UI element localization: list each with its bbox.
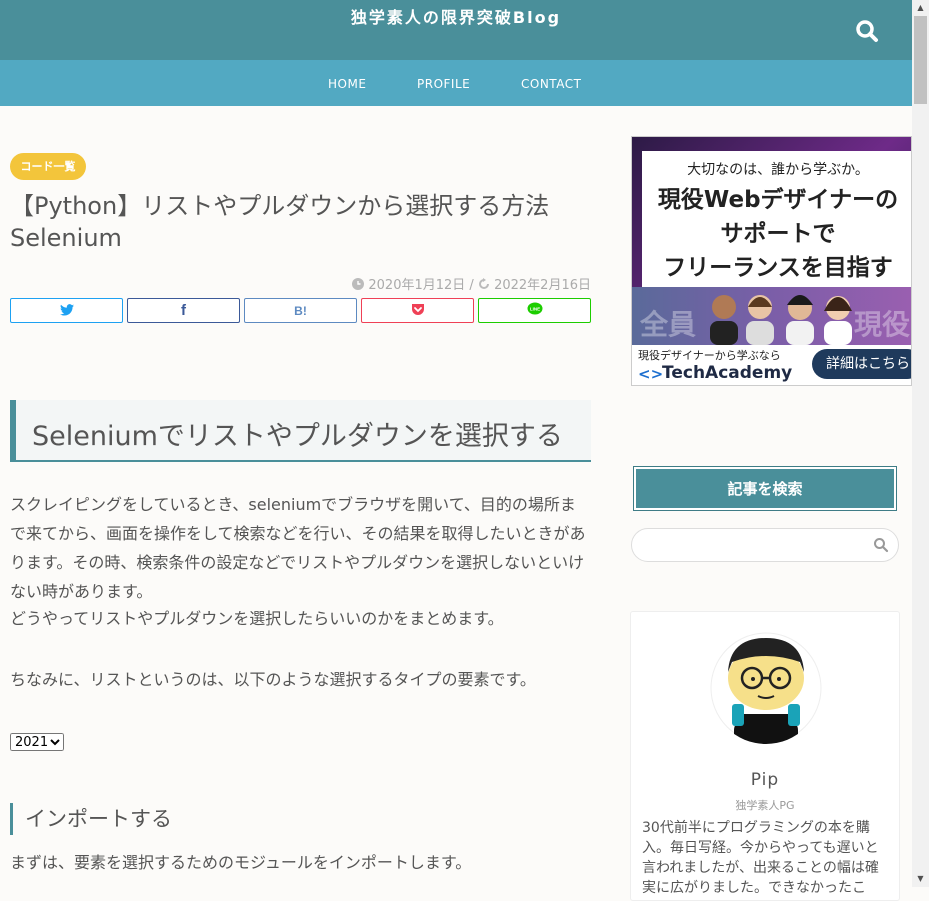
- year-select[interactable]: 2021: [10, 733, 64, 751]
- nav-home[interactable]: HOME: [328, 77, 366, 91]
- h2-text: Seleniumでリストやプルダウンを選択する: [32, 421, 563, 452]
- pocket-icon: [411, 301, 425, 320]
- search-widget-title: 記事を検索: [633, 466, 897, 511]
- ad-person-3: [786, 295, 814, 345]
- clock-icon: [352, 278, 368, 293]
- hatena-icon: B!: [294, 303, 307, 318]
- ad-subtext: 現役デザイナーから学ぶなら: [638, 349, 781, 362]
- ad-person-2: [746, 295, 774, 345]
- site-title[interactable]: 独学素人の限界突破Blog: [0, 4, 912, 28]
- ad-bg-text-right: 現役: [854, 308, 911, 341]
- ad-person-4: [824, 296, 852, 345]
- profile-role: 独学素人PG: [735, 799, 795, 812]
- import-paragraph: まずは、要素を選択するためのモジュールをインポートします。: [10, 853, 472, 872]
- profile-name: Pip: [750, 770, 780, 790]
- profile-bio: 30代前半にプログラミングの本を購入。毎日写経。今からやっても遅いと言われました…: [642, 820, 879, 896]
- line-icon-text: LINE: [529, 307, 539, 312]
- list-note-paragraph: ちなみに、リストというのは、以下のような選択するタイプの要素です。: [10, 670, 536, 689]
- ad-brand-name: TechAcademy: [662, 363, 793, 383]
- scrollbar-thumb[interactable]: [914, 16, 927, 104]
- share-pocket-button[interactable]: [361, 298, 474, 323]
- search-icon[interactable]: [852, 16, 882, 46]
- sidebar-search-icon[interactable]: [873, 537, 889, 553]
- post-title: 【Python】リストやプルダウンから選択する方法Selenium: [10, 192, 550, 252]
- share-facebook-button[interactable]: f: [127, 298, 240, 323]
- updated-date: 2022年2月16日: [494, 278, 591, 293]
- post-dates: 2020年1月12日 / 2022年2月16日: [352, 274, 591, 293]
- facebook-icon: f: [181, 302, 186, 319]
- techacademy-logo-icon: <>: [638, 365, 664, 383]
- share-hatena-button[interactable]: B!: [244, 298, 357, 323]
- ad-cta-button[interactable]: 詳細はこちら: [812, 349, 911, 379]
- refresh-icon: [478, 278, 494, 293]
- scroll-down-arrow[interactable]: ▼: [912, 871, 929, 887]
- scroll-up-arrow[interactable]: ▲: [912, 0, 929, 16]
- nav-contact[interactable]: CONTACT: [521, 77, 581, 91]
- share-twitter-button[interactable]: [10, 298, 123, 323]
- date-separator: /: [469, 278, 474, 293]
- site-header: 独学素人の限界突破Blog: [0, 0, 912, 60]
- published-date: 2020年1月12日: [368, 278, 466, 293]
- section-heading-h2: Seleniumでリストやプルダウンを選択する: [10, 400, 591, 462]
- intro-paragraph-2: どうやってリストやプルダウンを選択したらいいのかをまとめます。: [10, 609, 504, 628]
- profile-widget: Pip 独学素人PG 30代前半にプログラミングの本を購入。毎日写経。今からやっ…: [630, 611, 900, 901]
- line-icon: LINE: [527, 301, 543, 320]
- category-badge[interactable]: コード一覧: [10, 153, 86, 180]
- ad-card: 大切なのは、誰から学ぶか。 現役Webデザイナーの サポートで フリーランスを目…: [642, 151, 911, 289]
- share-line-button[interactable]: LINE: [478, 298, 591, 323]
- ad-footer: 現役デザイナーから学ぶなら <> TechAcademy 詳細はこちら: [632, 345, 911, 385]
- section-heading-h3: インポートする: [10, 803, 172, 835]
- intro-paragraph: スクレイピングをしているとき、seleniumでブラウザを開いて、目的の場所まで…: [10, 495, 586, 601]
- ad-headline: 現役Webデザイナーの サポートで フリーランスを目指す: [657, 187, 899, 281]
- avatar: [710, 632, 822, 744]
- ad-person-1: [710, 295, 738, 345]
- twitter-icon: [59, 301, 74, 320]
- ad-tagline: 大切なのは、誰から学ぶか。: [687, 162, 869, 178]
- ad-bg-text-left: 全員: [640, 308, 697, 341]
- techacademy-ad-banner[interactable]: 大切なのは、誰から学ぶか。 現役Webデザイナーの サポートで フリーランスを目…: [631, 136, 912, 386]
- global-nav: HOME PROFILE CONTACT: [0, 60, 912, 106]
- scrollbar-track[interactable]: [912, 0, 929, 887]
- nav-profile[interactable]: PROFILE: [417, 77, 470, 91]
- sidebar-search-input[interactable]: [631, 528, 899, 562]
